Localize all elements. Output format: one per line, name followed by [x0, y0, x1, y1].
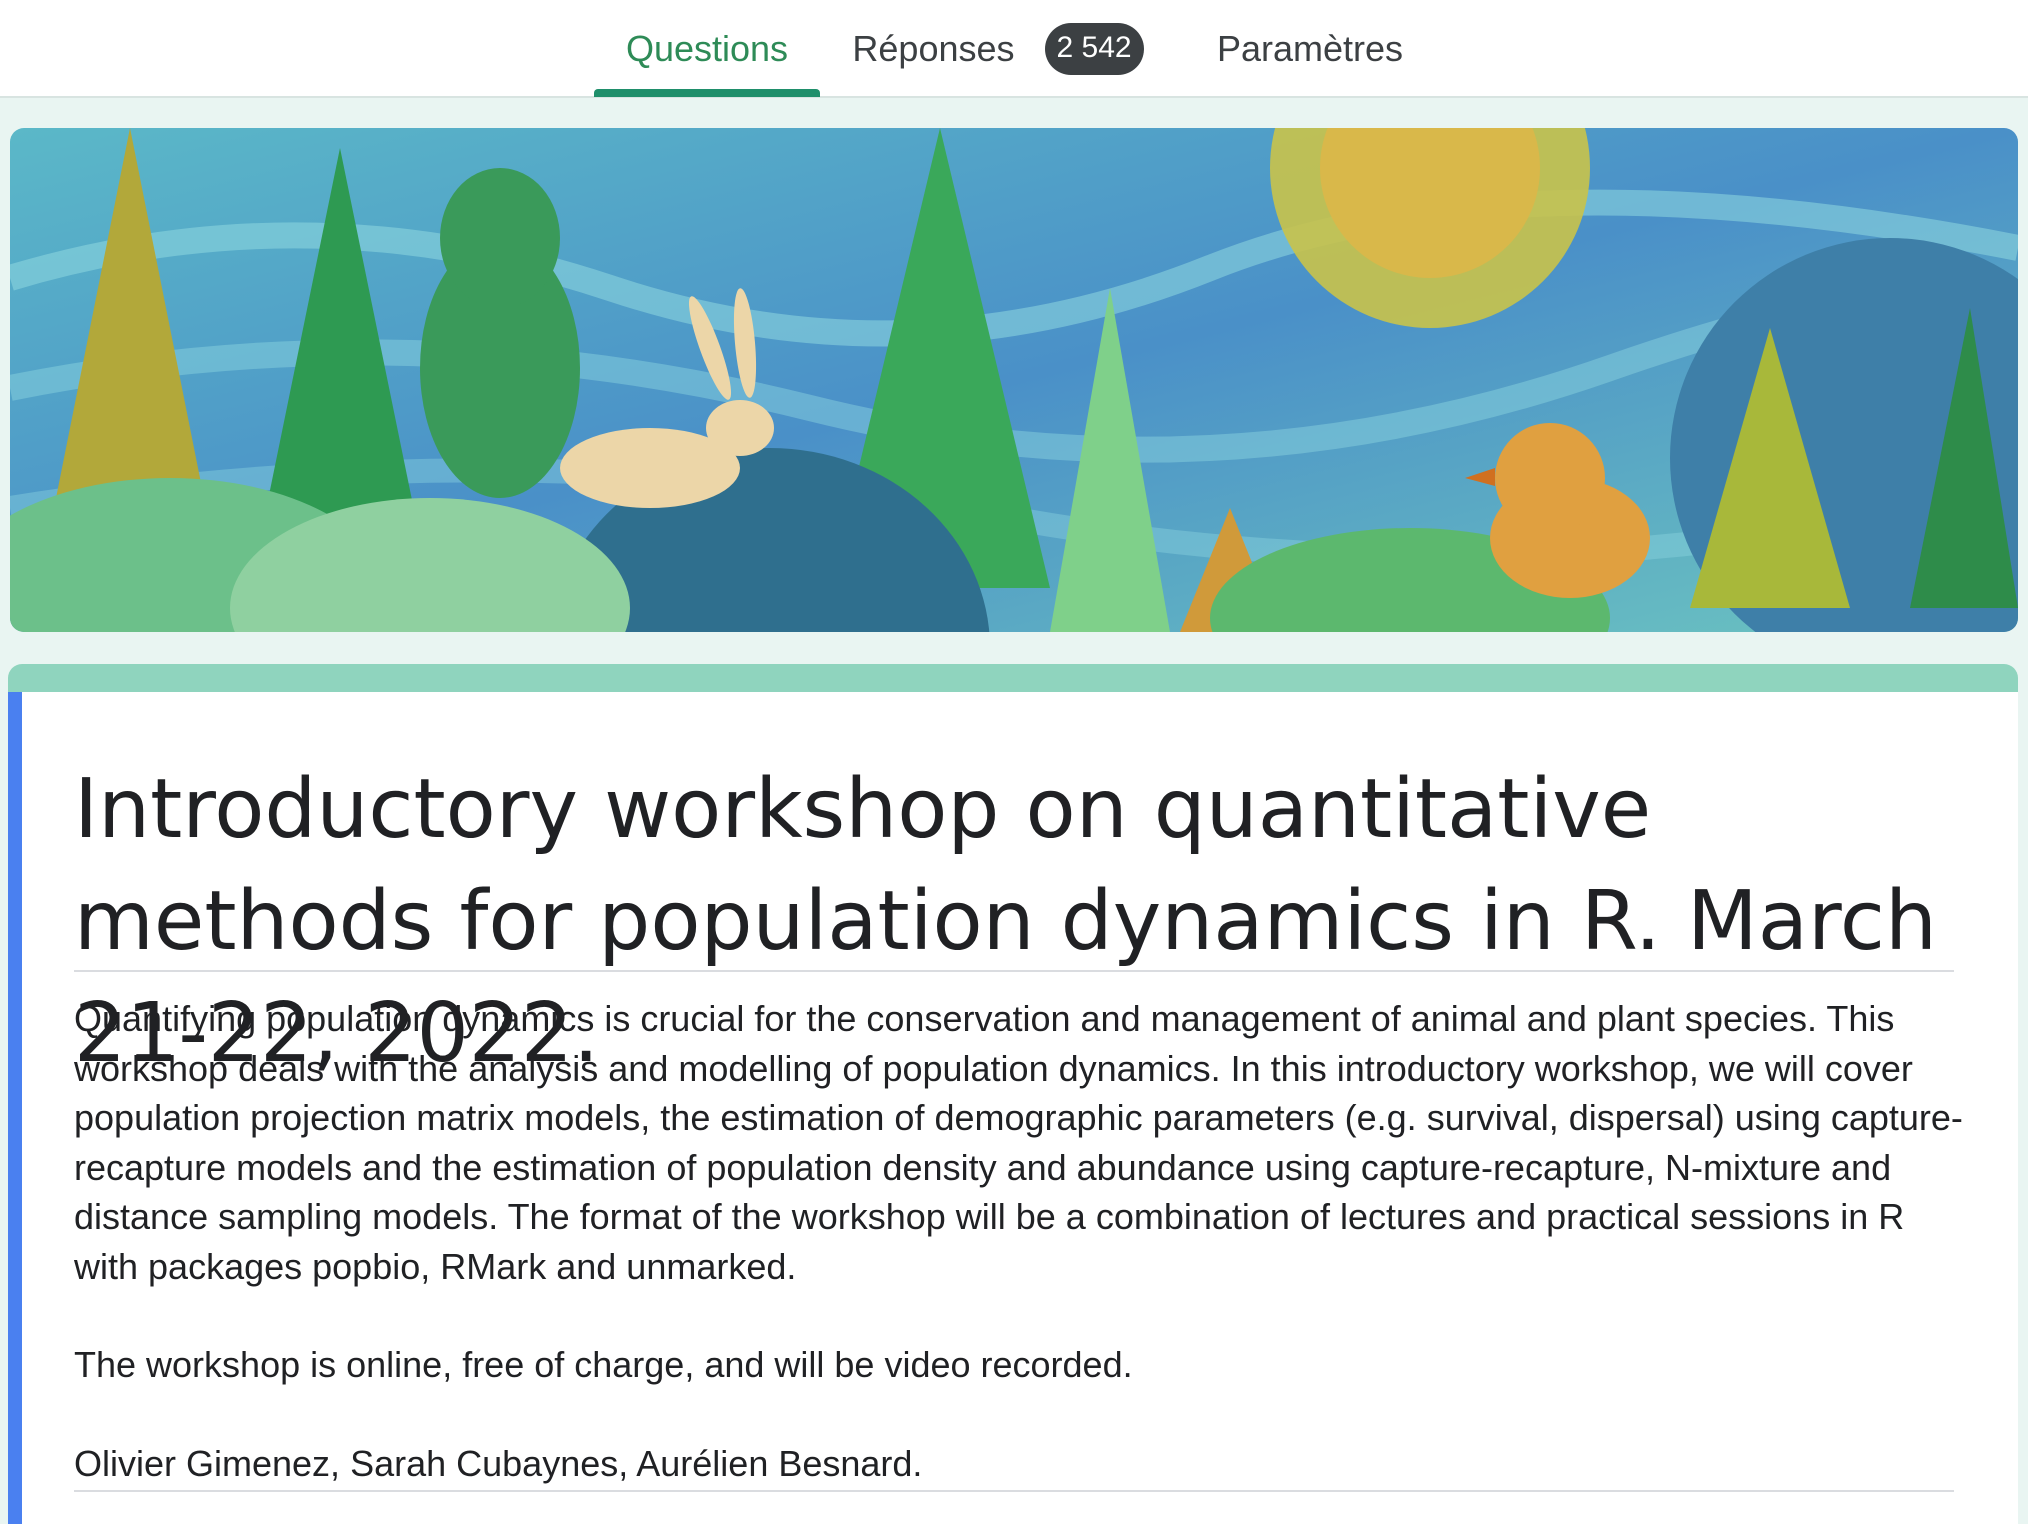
tab-reponses[interactable]: Réponses 2 542: [838, 0, 1158, 98]
tab-questions[interactable]: Questions: [594, 0, 820, 98]
description-paragraph: The workshop is online, free of charge, …: [74, 1344, 1133, 1385]
form-description[interactable]: Quantifying population dynamics is cruci…: [74, 994, 1964, 1488]
header-banner-image: [10, 128, 2018, 632]
responses-count-badge: 2 542: [1044, 23, 1144, 75]
description-divider: [74, 1490, 1954, 1492]
card-top-accent: [8, 664, 2018, 692]
description-paragraph: Quantifying population dynamics is cruci…: [74, 998, 1963, 1287]
tab-reponses-label: Réponses: [852, 28, 1015, 69]
active-tab-indicator: [594, 89, 820, 97]
tab-questions-label: Questions: [625, 28, 789, 69]
form-header-card: Introductory workshop on quantitative me…: [8, 664, 2018, 1524]
tab-parametres-label: Paramètres: [1216, 28, 1404, 69]
tab-parametres[interactable]: Paramètres: [1190, 0, 1430, 98]
forest-illustration: [10, 128, 2018, 632]
form-tab-bar: Questions Réponses 2 542 Paramètres: [0, 0, 2028, 98]
card-focus-bar: [8, 692, 22, 1524]
title-divider: [74, 970, 1954, 972]
description-authors: Olivier Gimenez, Sarah Cubaynes, Aurélie…: [74, 1442, 923, 1484]
